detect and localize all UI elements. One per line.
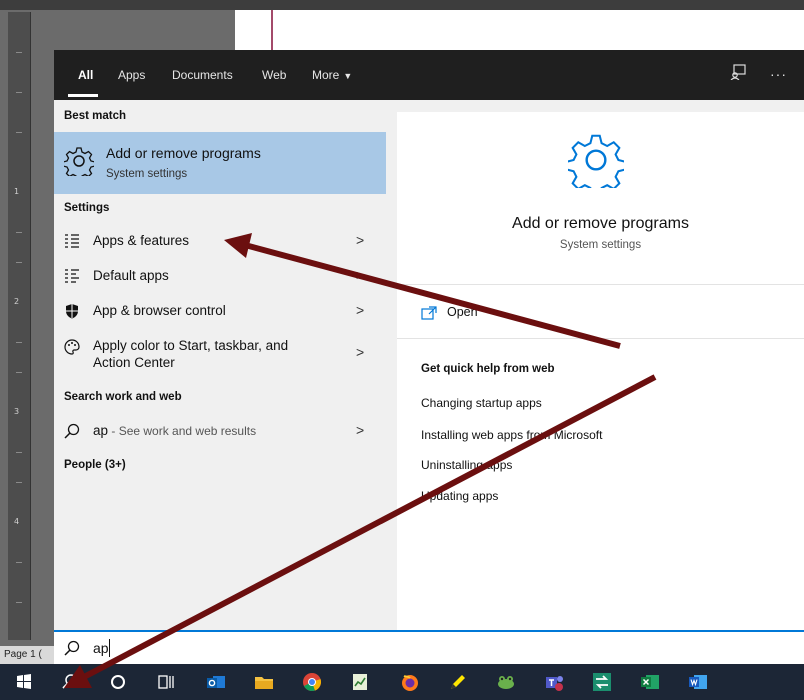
word-titlebar bbox=[0, 0, 804, 10]
help-heading: Get quick help from web bbox=[421, 363, 555, 375]
chevron-right-icon: > bbox=[356, 267, 365, 283]
chevron-right-icon: > bbox=[356, 344, 365, 360]
gear-icon bbox=[64, 147, 94, 176]
tab-web[interactable]: Web bbox=[262, 68, 286, 82]
transfer-icon[interactable] bbox=[592, 672, 612, 692]
setting-default-apps[interactable]: Default apps > bbox=[54, 259, 386, 293]
chevron-right-icon: > bbox=[356, 302, 365, 318]
excel-icon[interactable] bbox=[640, 672, 660, 692]
tab-all[interactable]: All bbox=[78, 68, 93, 82]
web-search-result[interactable]: ap - See work and web results > bbox=[54, 414, 386, 448]
help-link[interactable]: Updating apps bbox=[421, 489, 498, 503]
setting-label: Apply color to Start, taskbar, and Actio… bbox=[93, 338, 289, 370]
tab-apps[interactable]: Apps bbox=[118, 68, 145, 82]
start-search-panel: All Apps Documents Web More ▼ ··· Best ma… bbox=[54, 50, 804, 630]
gear-icon bbox=[568, 134, 624, 188]
setting-apps-features[interactable]: Apps & features > bbox=[54, 224, 386, 258]
section-people[interactable]: People (3+) bbox=[64, 459, 126, 471]
section-settings: Settings bbox=[64, 202, 110, 214]
search-icon bbox=[64, 423, 80, 439]
search-input[interactable]: ap bbox=[93, 640, 109, 656]
more-options-icon[interactable]: ··· bbox=[770, 66, 787, 82]
chevron-right-icon: > bbox=[356, 232, 365, 248]
windows-start-icon[interactable] bbox=[14, 672, 34, 692]
setting-label: Apps & features bbox=[93, 233, 190, 248]
help-link[interactable]: Installing web apps from Microsoft bbox=[421, 428, 602, 442]
divider bbox=[397, 284, 804, 285]
detail-title: Add or remove programs bbox=[512, 215, 689, 232]
best-match-item[interactable]: Add or remove programs System settings bbox=[54, 132, 386, 194]
section-best-match: Best match bbox=[64, 110, 126, 122]
tab-more[interactable]: More ▼ bbox=[312, 68, 352, 82]
detail-pane: Add or remove programs System settings O… bbox=[397, 112, 804, 630]
divider bbox=[397, 338, 804, 339]
search-icon bbox=[64, 640, 80, 656]
default-apps-icon bbox=[65, 269, 79, 283]
document-margin-line bbox=[271, 10, 273, 50]
search-icon[interactable] bbox=[60, 672, 80, 692]
open-action[interactable]: Open bbox=[447, 305, 478, 319]
detail-subtitle: System settings bbox=[559, 239, 642, 251]
help-link[interactable]: Uninstalling apps bbox=[421, 458, 512, 472]
search-box[interactable]: ap bbox=[54, 630, 804, 664]
best-match-subtitle: System settings bbox=[106, 168, 188, 180]
setting-apply-color[interactable]: Apply color to Start, taskbar, and Actio… bbox=[54, 330, 386, 374]
cortana-icon[interactable] bbox=[108, 672, 128, 692]
taskbar bbox=[0, 664, 804, 700]
help-link[interactable]: Changing startup apps bbox=[421, 396, 542, 410]
tab-documents[interactable]: Documents bbox=[172, 68, 233, 82]
chrome-icon[interactable] bbox=[302, 672, 322, 692]
document-page bbox=[235, 10, 804, 50]
setting-label: App & browser control bbox=[93, 303, 226, 318]
frog-icon[interactable] bbox=[496, 672, 516, 692]
section-search-web: Search work and web bbox=[64, 391, 182, 403]
active-tab-indicator bbox=[68, 94, 98, 97]
caret-down-icon: ▼ bbox=[343, 71, 353, 81]
teams-icon[interactable] bbox=[544, 672, 564, 692]
vertical-ruler: 1 2 3 4 bbox=[8, 12, 31, 640]
pencil-icon[interactable] bbox=[448, 672, 468, 692]
chevron-right-icon: > bbox=[356, 422, 365, 438]
web-query: ap bbox=[93, 423, 109, 438]
best-match-title: Add or remove programs bbox=[106, 145, 261, 161]
word-icon[interactable] bbox=[688, 672, 708, 692]
tab-more-label: More bbox=[312, 68, 340, 82]
firefox-icon[interactable] bbox=[400, 672, 420, 692]
sheets-icon[interactable] bbox=[350, 672, 370, 692]
setting-label: Default apps bbox=[93, 268, 169, 283]
outlook-icon[interactable] bbox=[206, 672, 226, 692]
file-explorer-icon[interactable] bbox=[254, 672, 274, 692]
text-caret bbox=[109, 639, 110, 657]
web-suffix: - See work and web results bbox=[108, 424, 257, 438]
setting-app-browser-control[interactable]: App & browser control > bbox=[54, 294, 386, 328]
open-icon bbox=[421, 306, 437, 320]
task-view-icon[interactable] bbox=[156, 672, 176, 692]
list-icon bbox=[65, 234, 79, 248]
web-search-label: ap - See work and web results bbox=[93, 423, 256, 438]
feedback-icon[interactable] bbox=[730, 64, 746, 80]
shield-icon bbox=[66, 304, 78, 319]
palette-icon bbox=[64, 339, 80, 355]
search-filter-bar: All Apps Documents Web More ▼ ··· bbox=[54, 50, 804, 100]
